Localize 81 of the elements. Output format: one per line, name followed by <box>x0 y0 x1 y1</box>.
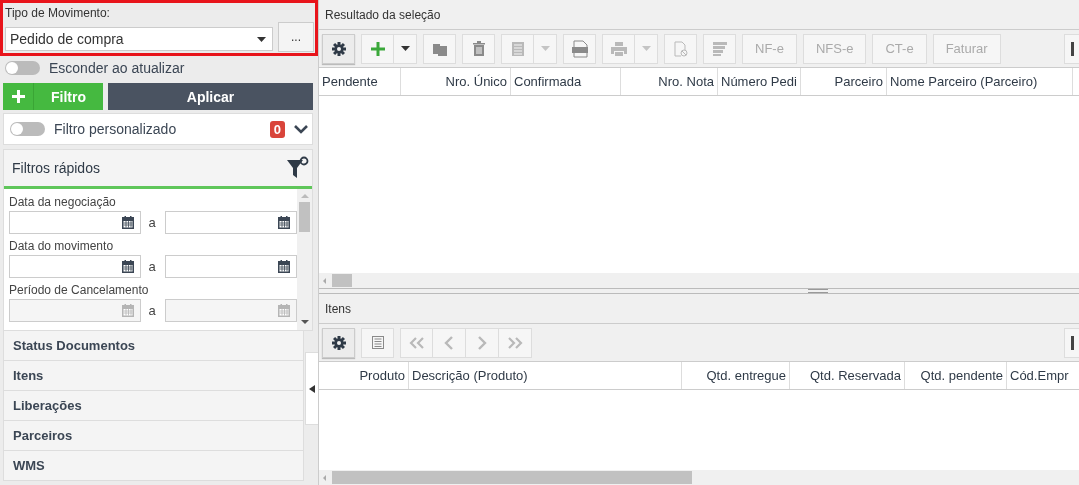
bar-icon <box>1071 41 1074 56</box>
double-left-icon <box>408 336 425 349</box>
copy-button[interactable] <box>423 33 456 64</box>
panel-title: Itens <box>319 294 1079 324</box>
field-label: Data do movimento <box>9 239 115 254</box>
vertical-scrollbar[interactable] <box>297 189 312 330</box>
field-label: Data da negociação <box>9 195 117 210</box>
column-header[interactable]: Pendente <box>319 68 401 95</box>
detail-icon <box>371 336 384 349</box>
apply-button[interactable]: Aplicar <box>108 83 313 110</box>
toggle-label: Filtro personalizado <box>54 121 178 137</box>
panel-header[interactable]: Filtros rápidos <box>4 150 312 189</box>
pdf-icon <box>570 39 589 58</box>
toggle-switch[interactable] <box>10 122 45 136</box>
panel-title: Filtros rápidos <box>12 160 100 176</box>
accordion-section[interactable]: WMS <box>3 451 304 481</box>
list-icon <box>511 41 524 56</box>
column-header[interactable]: Qtd. pendente <box>905 362 1007 389</box>
document-icon <box>673 40 688 57</box>
bar-icon <box>1071 335 1074 350</box>
toggle-switch[interactable] <box>5 61 40 75</box>
caret-icon <box>641 46 651 51</box>
calendar-icon <box>278 216 290 229</box>
column-header[interactable]: Descrição (Produto) <box>409 362 682 389</box>
accordion-section[interactable]: Liberações <box>3 391 304 421</box>
column-header[interactable]: Produto <box>319 362 409 389</box>
column-header[interactable]: Parceiro <box>801 68 887 95</box>
plus-icon <box>11 90 25 103</box>
calendar-icon <box>121 304 134 317</box>
right-icon <box>477 335 487 350</box>
movement-type-dropdown[interactable]: Pedido de compra <box>5 27 273 51</box>
collapse-handle[interactable] <box>305 352 318 425</box>
dropdown-button[interactable] <box>394 33 417 64</box>
trash-icon <box>472 41 485 56</box>
column-header[interactable]: Cód.Empr <box>1007 362 1079 389</box>
accordion-section[interactable]: Status Documentos <box>3 331 304 361</box>
column-header[interactable]: Nro. Nota <box>621 68 718 95</box>
field-label: Tipo de Movimento: <box>5 6 111 22</box>
column-header[interactable]: Nro. Único <box>401 68 511 95</box>
left-icon <box>444 335 454 350</box>
date-field[interactable] <box>165 211 297 234</box>
collapse-left-icon <box>309 384 315 393</box>
stack-icon <box>712 41 727 56</box>
range-separator: a <box>147 215 157 230</box>
column-header[interactable]: Nome Parceiro (Parceiro) <box>887 68 1073 95</box>
filter-settings-icon <box>287 156 309 180</box>
settings-icon <box>331 335 346 350</box>
column-header[interactable]: Número Pedi <box>718 68 801 95</box>
settings-button[interactable] <box>322 327 355 358</box>
column-header[interactable]: Confirmada <box>511 68 621 95</box>
more-button[interactable]: ... <box>278 22 314 52</box>
field-label: Período de Cancelamento <box>9 283 150 298</box>
toggle-label: Esconder ao atualizar <box>49 60 185 76</box>
printer-icon <box>610 41 627 56</box>
date-field[interactable] <box>165 255 297 278</box>
panel-title: Resultado da seleção <box>319 0 1079 30</box>
pdf-button[interactable] <box>563 33 596 64</box>
splitter-handle[interactable] <box>808 289 828 293</box>
calendar-icon <box>278 260 290 273</box>
accordion-section[interactable]: Parceiros <box>3 421 304 451</box>
trash-button[interactable] <box>462 33 495 64</box>
range-separator: a <box>147 259 157 274</box>
detail-button[interactable] <box>361 327 394 358</box>
date-field[interactable] <box>9 211 141 234</box>
calendar-icon <box>278 304 290 317</box>
accordion-section[interactable]: Itens <box>3 361 304 391</box>
range-separator: a <box>147 303 157 318</box>
settings-icon <box>331 41 346 56</box>
calendar-icon <box>121 216 134 229</box>
caret-icon <box>540 46 550 51</box>
plus-icon <box>370 41 385 56</box>
column-header[interactable]: Qtd. entregue <box>682 362 790 389</box>
column-header[interactable]: Qtd. Reservada <box>790 362 905 389</box>
settings-button[interactable] <box>322 33 355 64</box>
count-badge: 0 <box>269 120 285 138</box>
date-field[interactable] <box>9 255 141 278</box>
caret-icon <box>400 46 410 51</box>
calendar-icon <box>121 260 134 273</box>
double-right-icon <box>507 336 523 349</box>
copy-icon <box>432 41 447 56</box>
caret-icon <box>257 36 266 42</box>
